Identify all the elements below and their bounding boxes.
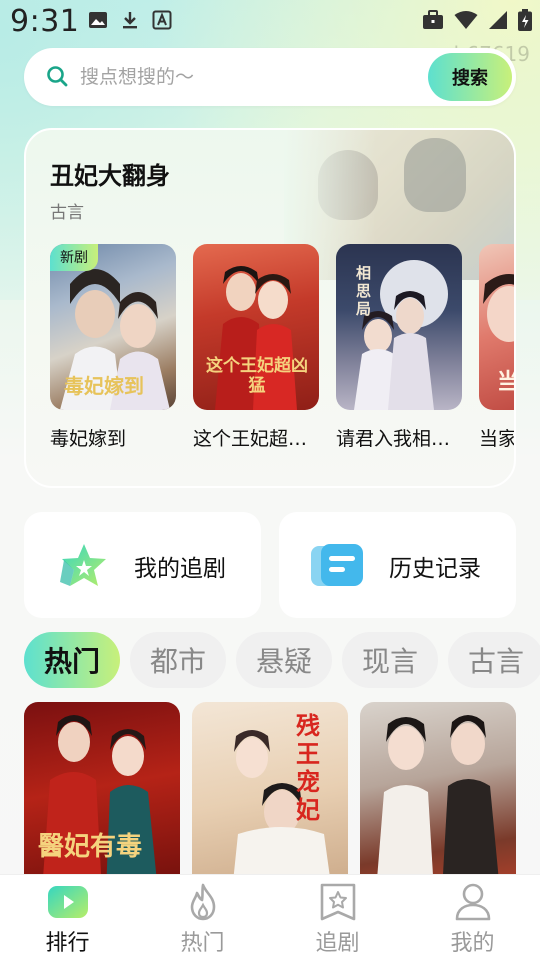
search-bar[interactable]: 搜索: [24, 48, 516, 106]
poster-art: [233, 730, 330, 874]
category-tabs: 热门 都市 悬疑 现言 古言: [24, 632, 540, 688]
poster-title-art: 相思局: [356, 264, 372, 318]
grid-poster[interactable]: [360, 702, 516, 874]
poster-item[interactable]: 毒妃嫁到 新剧 毒妃嫁到: [50, 244, 176, 451]
my-follow-button[interactable]: 我的追剧: [24, 512, 261, 618]
history-card-icon: [311, 544, 363, 586]
battery-icon: [518, 9, 532, 31]
tab-modern-romance[interactable]: 现言: [342, 632, 438, 688]
tab-city[interactable]: 都市: [130, 632, 226, 688]
poster-caption[interactable]: 毒妃嫁到: [50, 424, 176, 451]
featured-genre: 古言: [50, 203, 84, 223]
nav-follow[interactable]: 追剧: [270, 875, 405, 960]
signal-icon: [489, 11, 507, 29]
bookmark-star-icon: [320, 883, 356, 921]
search-button[interactable]: 搜索: [428, 53, 512, 101]
featured-card[interactable]: 丑妃大翻身 古言 毒妃嫁到 新剧 毒妃嫁到 这个王妃超凶猛 这个王妃超… 相思局…: [24, 128, 516, 488]
poster-art: [354, 260, 448, 410]
nav-follow-label: 追剧: [315, 931, 360, 956]
poster-image[interactable]: 相思局: [336, 244, 462, 410]
wifi-icon: [454, 11, 478, 29]
poster-item[interactable]: 这个王妃超凶猛 这个王妃超…: [193, 244, 319, 451]
bottom-nav: 排行 热门 追剧 我的: [0, 874, 540, 960]
poster-item[interactable]: 相思局 请君入我相…: [336, 244, 462, 451]
download-icon: [123, 12, 137, 29]
flame-icon: [190, 883, 216, 921]
grid-poster[interactable]: 残王宠妃: [192, 702, 348, 874]
poster-caption[interactable]: 这个王妃超…: [193, 424, 319, 451]
poster-title-art: 当: [497, 364, 514, 396]
nav-ranking[interactable]: 排行: [0, 875, 135, 960]
tab-ancient-romance[interactable]: 古言: [448, 632, 540, 688]
tab-hot[interactable]: 热门: [24, 632, 120, 688]
tab-suspense[interactable]: 悬疑: [236, 632, 332, 688]
poster-image[interactable]: 这个王妃超凶猛: [193, 244, 319, 410]
featured-title[interactable]: 丑妃大翻身: [50, 156, 170, 191]
nav-profile[interactable]: 我的: [405, 875, 540, 960]
my-follow-label: 我的追剧: [134, 556, 226, 582]
status-bar: 9:31 b67619: [0, 0, 540, 66]
nav-hot-label: 热门: [180, 931, 225, 956]
gallery-icon: [89, 12, 107, 28]
poster-title-art: 残王宠妃: [296, 711, 320, 824]
poster-caption[interactable]: 当家: [479, 424, 514, 451]
nav-hot[interactable]: 热门: [135, 875, 270, 960]
poster-image[interactable]: 当: [479, 244, 514, 410]
status-left-icons: [88, 10, 172, 30]
keyboard-a-icon: [152, 10, 172, 30]
search-icon: [47, 66, 68, 87]
poster-title-art: 醫妃有毒: [38, 832, 143, 862]
poster-image[interactable]: 毒妃嫁到 新剧: [50, 244, 176, 410]
search-input[interactable]: [80, 58, 420, 96]
poster-title-art: 毒妃嫁到: [64, 374, 144, 398]
history-button[interactable]: 历史记录: [279, 512, 516, 618]
poster-caption[interactable]: 请君入我相…: [336, 424, 462, 451]
poster-title-art: 这个王妃超凶猛: [206, 356, 308, 396]
history-label: 历史记录: [389, 556, 481, 582]
status-time: 9:31: [10, 4, 80, 39]
person-icon: [455, 883, 491, 921]
nav-profile-label: 我的: [450, 931, 495, 956]
star-icon: [60, 544, 106, 586]
featured-poster-row: 毒妃嫁到 新剧 毒妃嫁到 这个王妃超凶猛 这个王妃超… 相思局 请君入我相… 当…: [50, 244, 514, 464]
grid-poster[interactable]: 醫妃有毒: [24, 702, 180, 874]
drama-grid: 醫妃有毒 残王宠妃: [24, 702, 540, 874]
new-badge: 新剧: [50, 244, 98, 271]
poster-art: [377, 715, 499, 874]
briefcase-icon: [423, 10, 443, 29]
status-right-icons: [422, 9, 532, 31]
play-icon: [48, 886, 88, 918]
poster-item[interactable]: 当 当家: [479, 244, 514, 451]
nav-ranking-label: 排行: [45, 931, 90, 956]
